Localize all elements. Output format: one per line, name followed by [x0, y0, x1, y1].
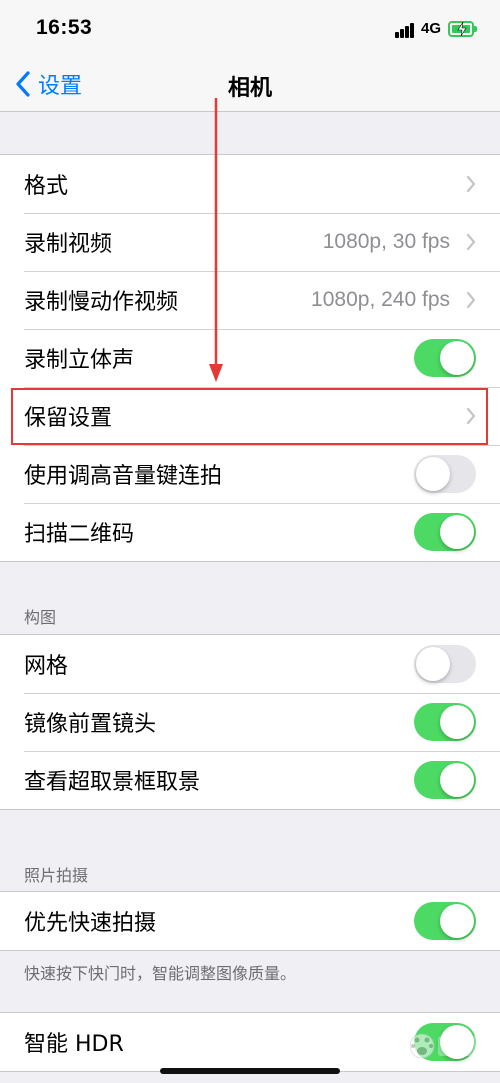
settings-row-record-slo-mo[interactable]: 录制慢动作视频 1080p, 240 fps — [0, 271, 500, 329]
settings-row-smart-hdr: 智能 HDR — [0, 1013, 500, 1071]
settings-row-view-outside-frame: 查看超取景框取景 — [0, 751, 500, 809]
camera-settings-group: 格式 录制视频 1080p, 30 fps 录制慢动作视频 1080p, 240… — [0, 154, 500, 562]
row-label: 格式 — [24, 174, 69, 199]
composition-group: 网格 镜像前置镜头 查看超取景框取景 — [0, 634, 500, 810]
settings-row-format[interactable]: 格式 — [0, 155, 500, 213]
row-label: 优先快速拍摄 — [24, 911, 157, 936]
settings-row-grid: 网格 — [0, 635, 500, 693]
row-label: 网格 — [24, 654, 69, 679]
smart-hdr-toggle[interactable] — [414, 1023, 476, 1061]
battery-charging-icon — [448, 21, 477, 37]
page-title: 相机 — [227, 76, 272, 101]
section-header-photo-capture: 照片拍摄 — [24, 866, 89, 885]
settings-row-record-video[interactable]: 录制视频 1080p, 30 fps — [0, 213, 500, 271]
prioritize-fast-toggle[interactable] — [414, 902, 476, 940]
view-outside-frame-toggle[interactable] — [414, 761, 476, 799]
row-value: 1080p, 30 fps — [322, 230, 450, 253]
status-time: 16:53 — [36, 16, 93, 39]
row-label: 保留设置 — [24, 406, 113, 431]
row-value: 1080p, 240 fps — [311, 288, 450, 311]
row-label: 扫描二维码 — [24, 522, 135, 547]
row-label: 镜像前置镜头 — [24, 712, 157, 737]
section-header-composition: 构图 — [24, 608, 57, 627]
row-label: 录制慢动作视频 — [24, 290, 179, 315]
record-stereo-toggle[interactable] — [414, 339, 476, 377]
smart-hdr-group: 智能 HDR — [0, 1012, 500, 1072]
chevron-right-icon — [466, 407, 476, 425]
row-label: 使用调高音量键连拍 — [24, 464, 223, 489]
photo-capture-group: 优先快速拍摄 — [0, 891, 500, 951]
settings-row-record-stereo: 录制立体声 — [0, 329, 500, 387]
row-label: 录制立体声 — [24, 348, 135, 373]
scan-qr-toggle[interactable] — [414, 513, 476, 551]
settings-row-prioritize-fast: 优先快速拍摄 — [0, 892, 500, 950]
settings-row-volume-burst: 使用调高音量键连拍 — [0, 445, 500, 503]
settings-row-preserve-settings[interactable]: 保留设置 — [0, 387, 500, 445]
status-bar: 16:53 4G — [0, 0, 500, 58]
chevron-right-icon — [466, 175, 476, 193]
row-label: 智能 HDR — [24, 1032, 124, 1057]
mirror-front-toggle[interactable] — [414, 703, 476, 741]
navigation-bar: 设置 相机 — [0, 58, 500, 112]
row-label: 查看超取景框取景 — [24, 770, 201, 795]
chevron-right-icon — [466, 233, 476, 251]
settings-row-mirror-front: 镜像前置镜头 — [0, 693, 500, 751]
grid-toggle[interactable] — [414, 645, 476, 683]
photo-capture-footer: 快速按下快门时，智能调整图像质量。 — [24, 964, 297, 983]
home-indicator[interactable] — [160, 1068, 340, 1074]
network-type: 4G — [421, 20, 442, 37]
cellular-signal-icon — [395, 22, 415, 38]
chevron-right-icon — [466, 291, 476, 309]
volume-burst-toggle[interactable] — [414, 455, 476, 493]
settings-row-scan-qr: 扫描二维码 — [0, 503, 500, 561]
row-label: 录制视频 — [24, 232, 113, 257]
